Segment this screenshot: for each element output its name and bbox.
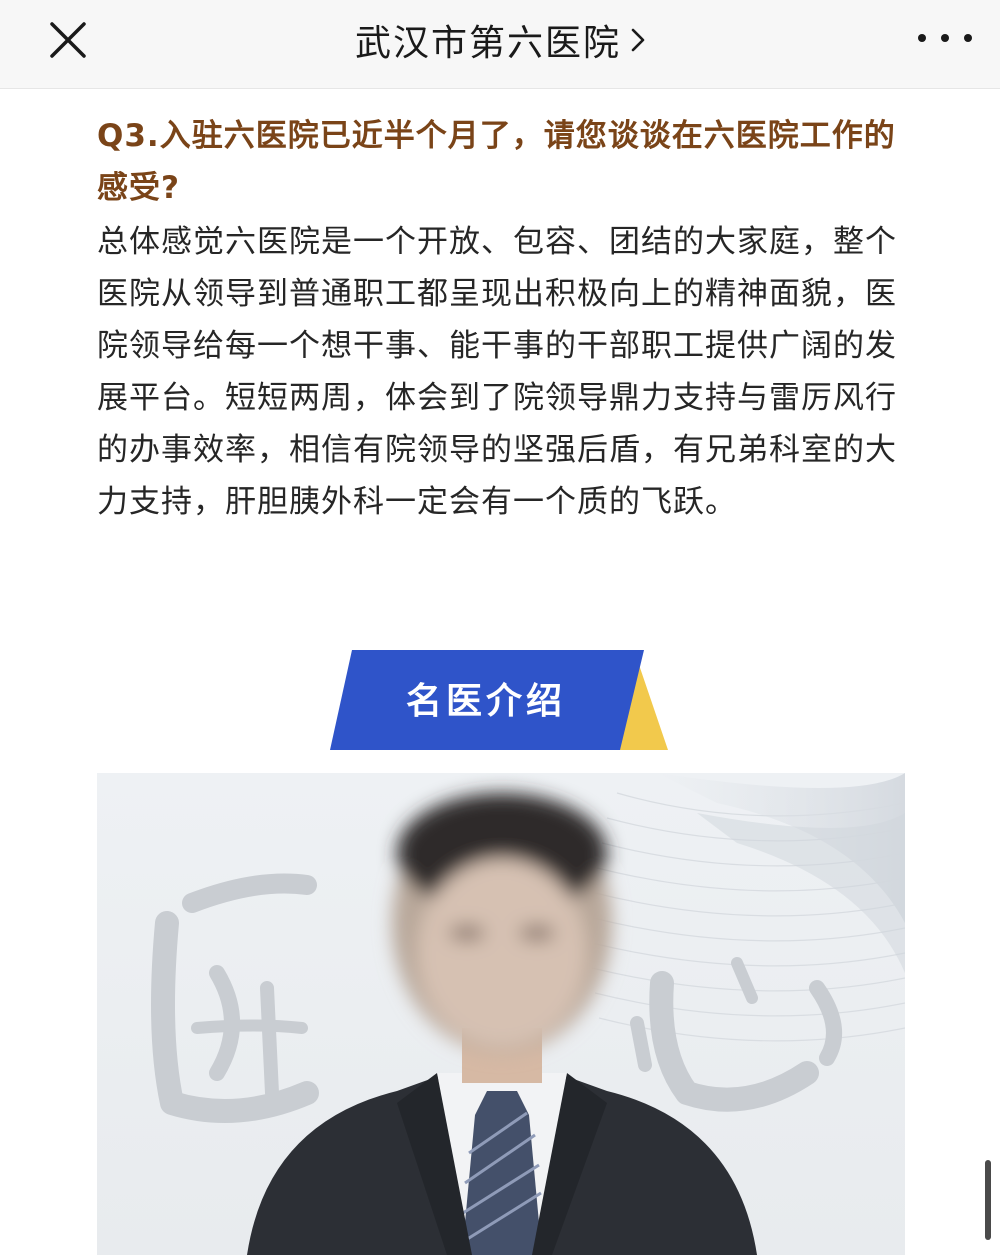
top-navigation-bar: 武汉市第六医院 <box>0 0 1000 89</box>
account-title-link[interactable]: 武汉市第六医院 <box>0 0 1000 80</box>
question-text: Q3.入驻六医院已近半个月了，请您谈谈在六医院工作的感受? <box>97 118 896 206</box>
article-qa-block: Q3.入驻六医院已近半个月了，请您谈谈在六医院工作的感受? 总体感觉六医院是一个… <box>97 110 917 528</box>
chevron-right-icon <box>631 28 645 52</box>
more-horizontal-icon <box>918 34 972 42</box>
doctor-photo <box>97 773 905 1255</box>
answer-text: 总体感觉六医院是一个开放、包容、团结的大家庭，整个医院从领导到普通职工都呈现出积… <box>97 224 897 520</box>
banner-label: 名医介绍 <box>405 681 566 722</box>
page-title: 武汉市第六医院 <box>354 23 621 64</box>
section-banner: 名医介绍 <box>330 646 670 754</box>
doctor-portrait <box>151 773 905 1255</box>
more-button[interactable] <box>912 18 978 58</box>
scroll-indicator[interactable] <box>985 1160 991 1240</box>
